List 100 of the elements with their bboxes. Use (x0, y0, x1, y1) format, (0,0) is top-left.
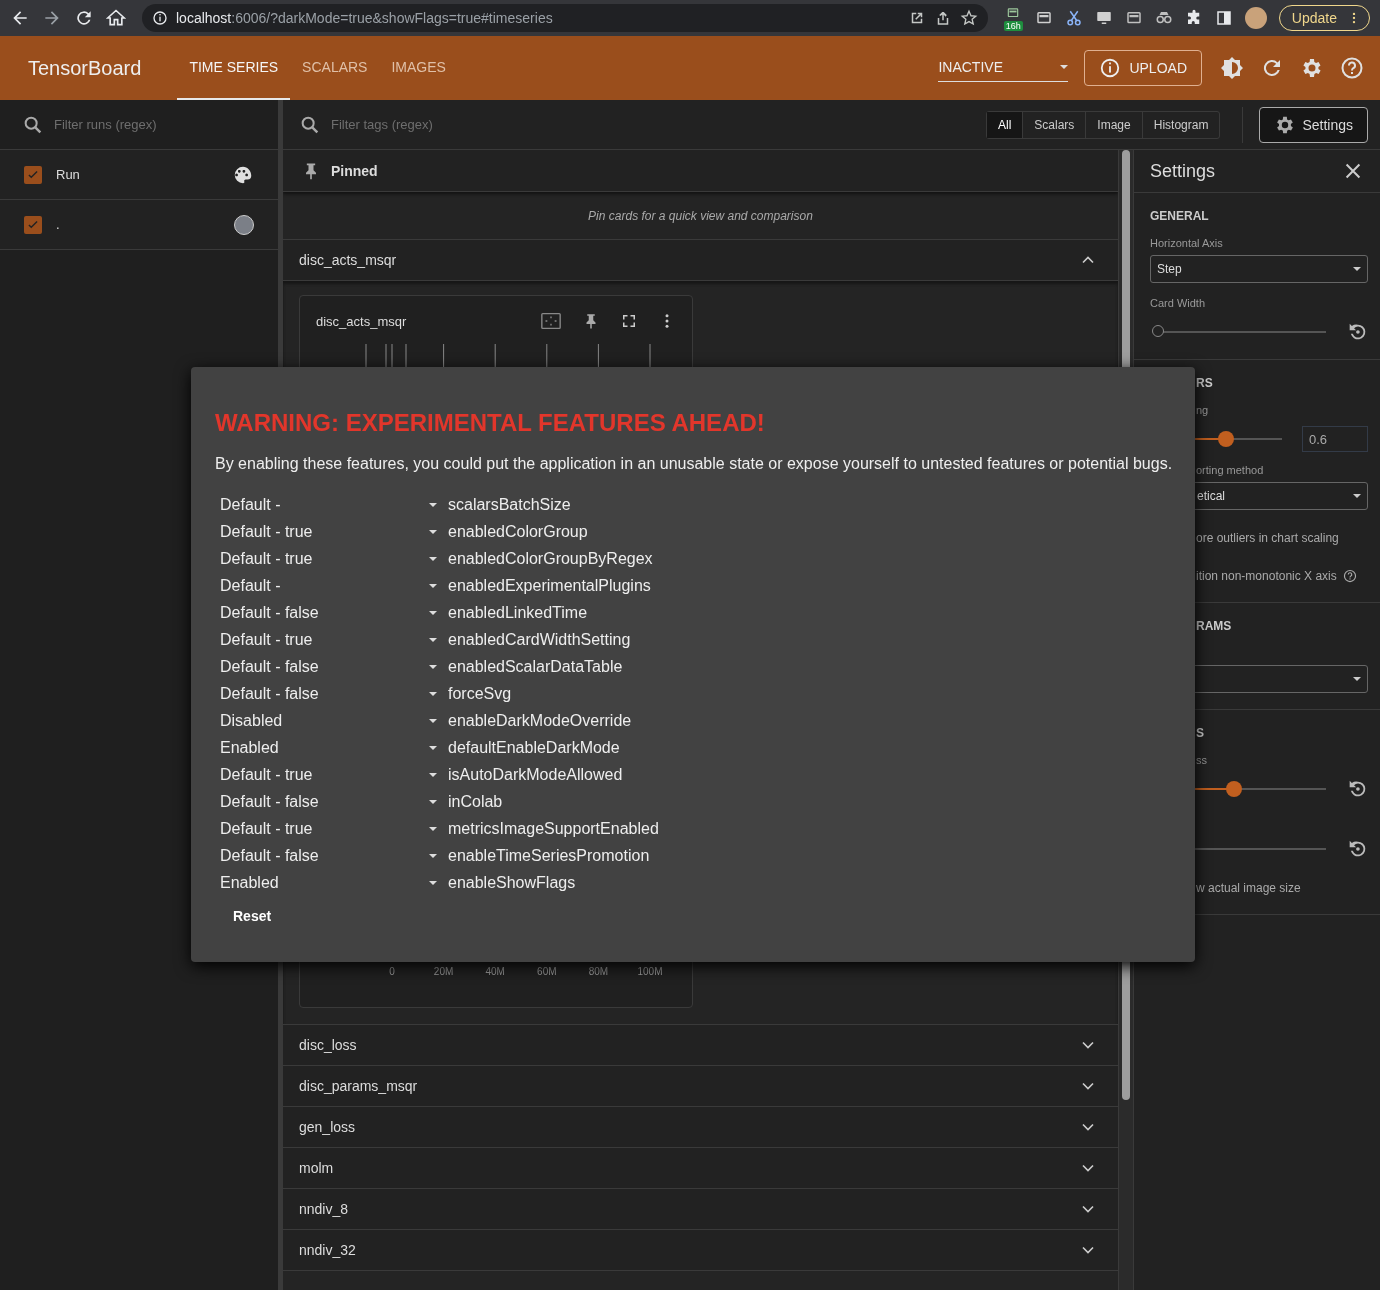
caret-icon (429, 745, 437, 750)
field-label: Card Width (1150, 297, 1207, 309)
flag-dropdown[interactable]: Default - false (215, 788, 437, 815)
flag-dropdown[interactable]: Default - true (215, 815, 437, 842)
app-title: TensorBoard (28, 56, 142, 80)
caret-icon (429, 556, 437, 561)
caret-icon (429, 610, 437, 615)
field-label: Horizontal Axis (1150, 237, 1224, 249)
flag-name: enabledColorGroup (448, 522, 588, 541)
slider-thumb[interactable] (1218, 431, 1234, 447)
filter-toggle[interactable]: Histogram (1141, 111, 1220, 138)
flag-dropdown[interactable]: Default - false (215, 599, 437, 626)
caret-icon (429, 853, 437, 858)
tags-filter-field[interactable]: Filter tags (regex) (329, 116, 986, 133)
axis-tick-label: 100M (637, 966, 663, 977)
settings-button[interactable]: Settings (1259, 106, 1368, 143)
option-label: w actual image size (1196, 881, 1301, 895)
dropdown[interactable]: Step (1150, 255, 1368, 283)
field-label: ss (1196, 754, 1208, 766)
group-name: molm (299, 1160, 334, 1176)
extension-icon[interactable] (1006, 5, 1021, 20)
reload-dropdown[interactable]: INACTIVE (938, 54, 1069, 82)
reload-icon[interactable] (74, 8, 94, 28)
address-field[interactable]: localhost:6006/?darkMode=true&showFlags=true#timeseries (142, 4, 988, 32)
flag-name: metricsImageSupportEnabled (448, 819, 659, 838)
number-field[interactable]: 0.6 (1302, 426, 1368, 452)
option-label: ition non-monotonic X axis (1196, 569, 1337, 583)
field-label: orting method (1196, 464, 1265, 476)
field-label: ng (1196, 404, 1210, 416)
help-icon[interactable] (1342, 569, 1357, 583)
group-name: gen_loss (299, 1119, 356, 1135)
slider-thumb[interactable] (1226, 781, 1242, 797)
checkbox[interactable] (24, 165, 42, 184)
axis-tick-label: 0 (389, 966, 395, 977)
flag-name: forceSvg (448, 684, 512, 703)
panel-title: Settings (1150, 160, 1216, 182)
info-icon[interactable] (152, 10, 168, 26)
flag-name: enableTimeSeriesPromotion (448, 846, 650, 865)
flag-dropdown[interactable]: Default - false (215, 842, 437, 869)
scissors-icon[interactable] (1064, 9, 1083, 27)
flag-dropdown[interactable]: Default - false (215, 680, 437, 707)
reset-button[interactable]: Reset (215, 900, 290, 932)
flag-name: enabledCardWidthSetting (448, 630, 631, 649)
flag-dropdown[interactable]: Disabled (215, 707, 437, 734)
monitor-icon[interactable] (1094, 9, 1113, 27)
group-name: nndiv_32 (299, 1242, 356, 1258)
flag-name: enabledLinkedTime (448, 603, 588, 622)
flag-name: defaultEnableDarkMode (448, 738, 620, 757)
flag-name: isAutoDarkModeAllowed (448, 765, 623, 784)
flag-dropdown[interactable]: Default - false (215, 653, 437, 680)
axis-tick-label: 60M (537, 966, 557, 977)
column-header: Run (56, 167, 81, 182)
side-panel-icon[interactable] (1214, 9, 1233, 27)
axis-tick-label: 80M (588, 966, 609, 977)
caret-icon (429, 772, 437, 777)
filter-toggle[interactable]: All (987, 111, 1023, 138)
flag-name: enabledColorGroupByRegex (448, 549, 653, 568)
filter-toggle[interactable]: Scalars (1022, 111, 1086, 138)
flag-dropdown[interactable]: Default - true (215, 518, 437, 545)
checkbox[interactable] (24, 215, 42, 234)
nav-tab[interactable]: IMAGES (379, 36, 458, 100)
group-name: disc_params_msqr (299, 1078, 418, 1094)
flag-dropdown[interactable]: Default - (215, 491, 437, 518)
home-icon[interactable] (106, 8, 126, 28)
upload-button[interactable]: UPLOAD (1084, 50, 1202, 86)
caret-icon (1353, 267, 1361, 271)
flag-dropdown[interactable]: Default - true (215, 545, 437, 572)
group-name: disc_acts_msqr (299, 252, 397, 268)
flag-name: enabledExperimentalPlugins (448, 576, 651, 595)
flag-name: scalarsBatchSize (448, 495, 571, 514)
caret-icon (1353, 494, 1361, 498)
fit-domain-icon[interactable] (540, 310, 562, 332)
color-dot[interactable] (234, 214, 254, 235)
caret-icon (429, 880, 437, 885)
section-heading: RAMS (1196, 619, 1233, 633)
flag-dropdown[interactable]: Enabled (215, 734, 437, 761)
extension-badge: 16h (1003, 20, 1023, 31)
flag-name: enableDarkModeOverride (448, 711, 632, 730)
caret-icon (429, 799, 437, 804)
axis-tick-label: 20M (433, 966, 454, 977)
filter-toggle[interactable]: Image (1085, 111, 1142, 138)
runs-filter-field[interactable]: Filter runs (regex) (52, 116, 256, 133)
flag-dropdown[interactable]: Default - true (215, 761, 437, 788)
flag-dropdown[interactable]: Default - (215, 572, 437, 599)
caret-icon (429, 529, 437, 534)
fullscreen-icon[interactable] (620, 312, 638, 330)
star-icon[interactable] (959, 9, 978, 27)
nav-tab[interactable]: SCALARS (290, 36, 380, 100)
brightness-icon[interactable] (1220, 56, 1244, 80)
caret-icon (429, 664, 437, 669)
flag-dropdown[interactable]: Enabled (215, 869, 437, 896)
update-button[interactable]: Update (1278, 5, 1370, 31)
section-heading: GENERAL (1150, 209, 1210, 223)
flag-name: enableShowFlags (448, 873, 576, 892)
warning-text: By enabling these features, you could put the application in an unusable state or expose yourself to untested features or potential bugs. (215, 455, 1171, 473)
avatar[interactable] (1244, 7, 1267, 29)
address-text: localhost:6006/?darkMode=true&showFlags=true#timeseries (176, 10, 554, 26)
slider-thumb[interactable] (1152, 325, 1164, 337)
caret-icon (429, 718, 437, 723)
flag-dropdown[interactable]: Default - true (215, 626, 437, 653)
